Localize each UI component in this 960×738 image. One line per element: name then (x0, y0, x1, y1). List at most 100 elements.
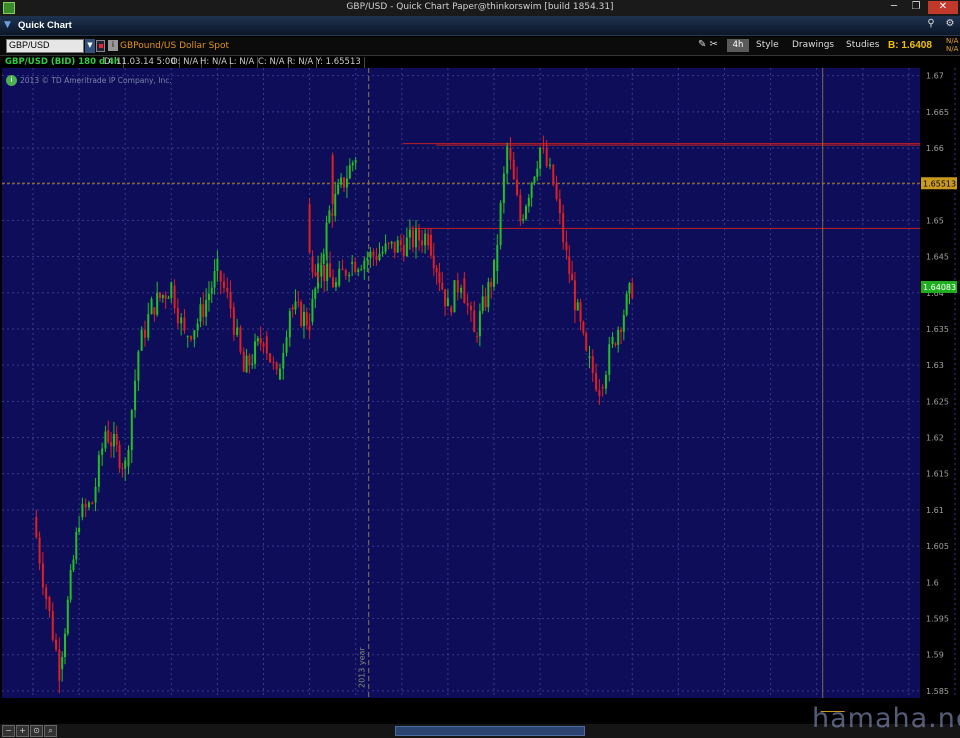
y-tick-label: 1.65 (926, 216, 944, 225)
tools-icon[interactable]: ✎ ✂ (698, 39, 718, 50)
studies-button[interactable]: Studies (846, 40, 879, 50)
symbol-dropdown-button[interactable]: ▼ (85, 39, 95, 53)
candle-body (441, 282, 444, 290)
candle-body (308, 204, 311, 253)
candle-body (110, 442, 113, 447)
candle-body (239, 327, 242, 352)
candle-body (490, 282, 493, 287)
candle-body (305, 311, 308, 326)
symbol-input[interactable]: GBP/USD (6, 39, 84, 53)
zoom-out-button[interactable]: − (2, 725, 15, 737)
candle-body (598, 389, 601, 397)
candle-body (326, 263, 329, 282)
candle-body (140, 329, 143, 351)
aggregation-button[interactable]: 4h (727, 39, 749, 52)
y-tick-label: 1.645 (926, 253, 949, 262)
drawings-button[interactable]: Drawings (792, 40, 834, 50)
candle-body (421, 240, 424, 246)
candle-body (473, 310, 476, 333)
candle-body (97, 454, 100, 487)
candle-body (588, 356, 591, 358)
candle-body (530, 183, 533, 198)
candle-body (360, 269, 363, 271)
candle-body (84, 503, 87, 508)
copyright-text: 2013 © TD Ameritrade IP Company, Inc. (20, 76, 172, 85)
candle-body (519, 195, 522, 222)
candle-body (291, 307, 294, 310)
candle-body (242, 351, 245, 372)
candle-body (193, 330, 196, 340)
candle-body (591, 356, 594, 374)
y-tick-label: 1.625 (926, 397, 949, 406)
candle-body (262, 343, 265, 347)
candle-body (432, 255, 435, 269)
candle-body (390, 241, 393, 244)
window-titlebar: GBP/USD - Quick Chart Paper@thinkorswim … (0, 0, 960, 16)
style-button[interactable]: Style (756, 40, 779, 50)
x-tick-label: 25.11 (114, 711, 137, 712)
candle-body (545, 148, 548, 167)
candle-body (524, 206, 527, 219)
gear-icon[interactable]: ⚙ (942, 18, 958, 33)
candle-body (320, 265, 323, 277)
candle-body (150, 298, 153, 315)
candle-body (502, 173, 505, 203)
x-tick-label: 16.12 (252, 711, 275, 712)
candle-body (61, 657, 64, 670)
candle-body (134, 380, 137, 411)
y-tick-label: 1.67 (926, 72, 944, 81)
close-button[interactable]: ✕ (928, 1, 958, 14)
candle-body (322, 253, 325, 264)
y-tick-label: 1.585 (926, 687, 949, 696)
candle-body (272, 362, 275, 364)
pin-icon[interactable]: ⚲ (923, 18, 939, 33)
candle-body (366, 258, 369, 261)
price-chart[interactable]: 1.585 1.59 1.595 1.6 1.605 1.61 1.615 1.62 1.625… (0, 68, 960, 712)
candle-body (323, 265, 326, 282)
candle-body (147, 314, 150, 338)
candle-body (256, 338, 259, 342)
candle-body (219, 271, 222, 282)
candle-body (196, 323, 199, 331)
scrollbar-thumb[interactable] (395, 726, 585, 736)
zoom-in-button[interactable]: + (16, 725, 29, 737)
x-tick-label: 30.12 (344, 711, 367, 712)
candle-body (604, 374, 607, 389)
candle-body (444, 289, 447, 307)
candle-body (562, 213, 565, 243)
candle-body (512, 159, 515, 180)
candle-body (202, 304, 205, 317)
candle-body (516, 179, 519, 196)
candle-body (435, 268, 438, 273)
candle-body (278, 368, 281, 380)
candle-body (314, 288, 317, 299)
candle-body (573, 280, 576, 311)
candle-body (314, 272, 317, 276)
candle-body (183, 317, 186, 331)
candle-body (558, 198, 561, 214)
candle-body (38, 537, 41, 564)
link-icon[interactable] (96, 40, 105, 52)
candle-body (332, 277, 335, 288)
symbol-info-icon[interactable]: i (108, 40, 118, 51)
x-tick-label: 23.12 (298, 711, 321, 712)
candle-body (631, 283, 634, 298)
y-tick-label: 1.63 (926, 361, 944, 370)
candle-body (81, 503, 84, 518)
candle-body (285, 337, 288, 353)
candle-body (427, 233, 430, 246)
chevron-down-icon[interactable]: ▼ (4, 20, 11, 30)
candle-body (69, 570, 72, 600)
zoom-search-button[interactable]: ⌕ (44, 725, 57, 737)
candle-body (429, 234, 432, 256)
zoom-fit-button[interactable]: ⊙ (30, 725, 43, 737)
x-tick-label: 17.02 (667, 711, 690, 712)
candle-body (87, 502, 90, 508)
x-tick-label: 10.02 (621, 711, 644, 712)
candle-body (595, 373, 598, 390)
minimize-button[interactable]: ─ (884, 1, 904, 14)
info-icon[interactable]: i (6, 75, 17, 86)
restore-button[interactable]: ❐ (906, 1, 926, 14)
na-label-1: N/A (946, 37, 959, 45)
chart-toolbar: GBP/USD ▼ i GBPound/US Dollar Spot ✎ ✂ 4… (0, 37, 960, 55)
